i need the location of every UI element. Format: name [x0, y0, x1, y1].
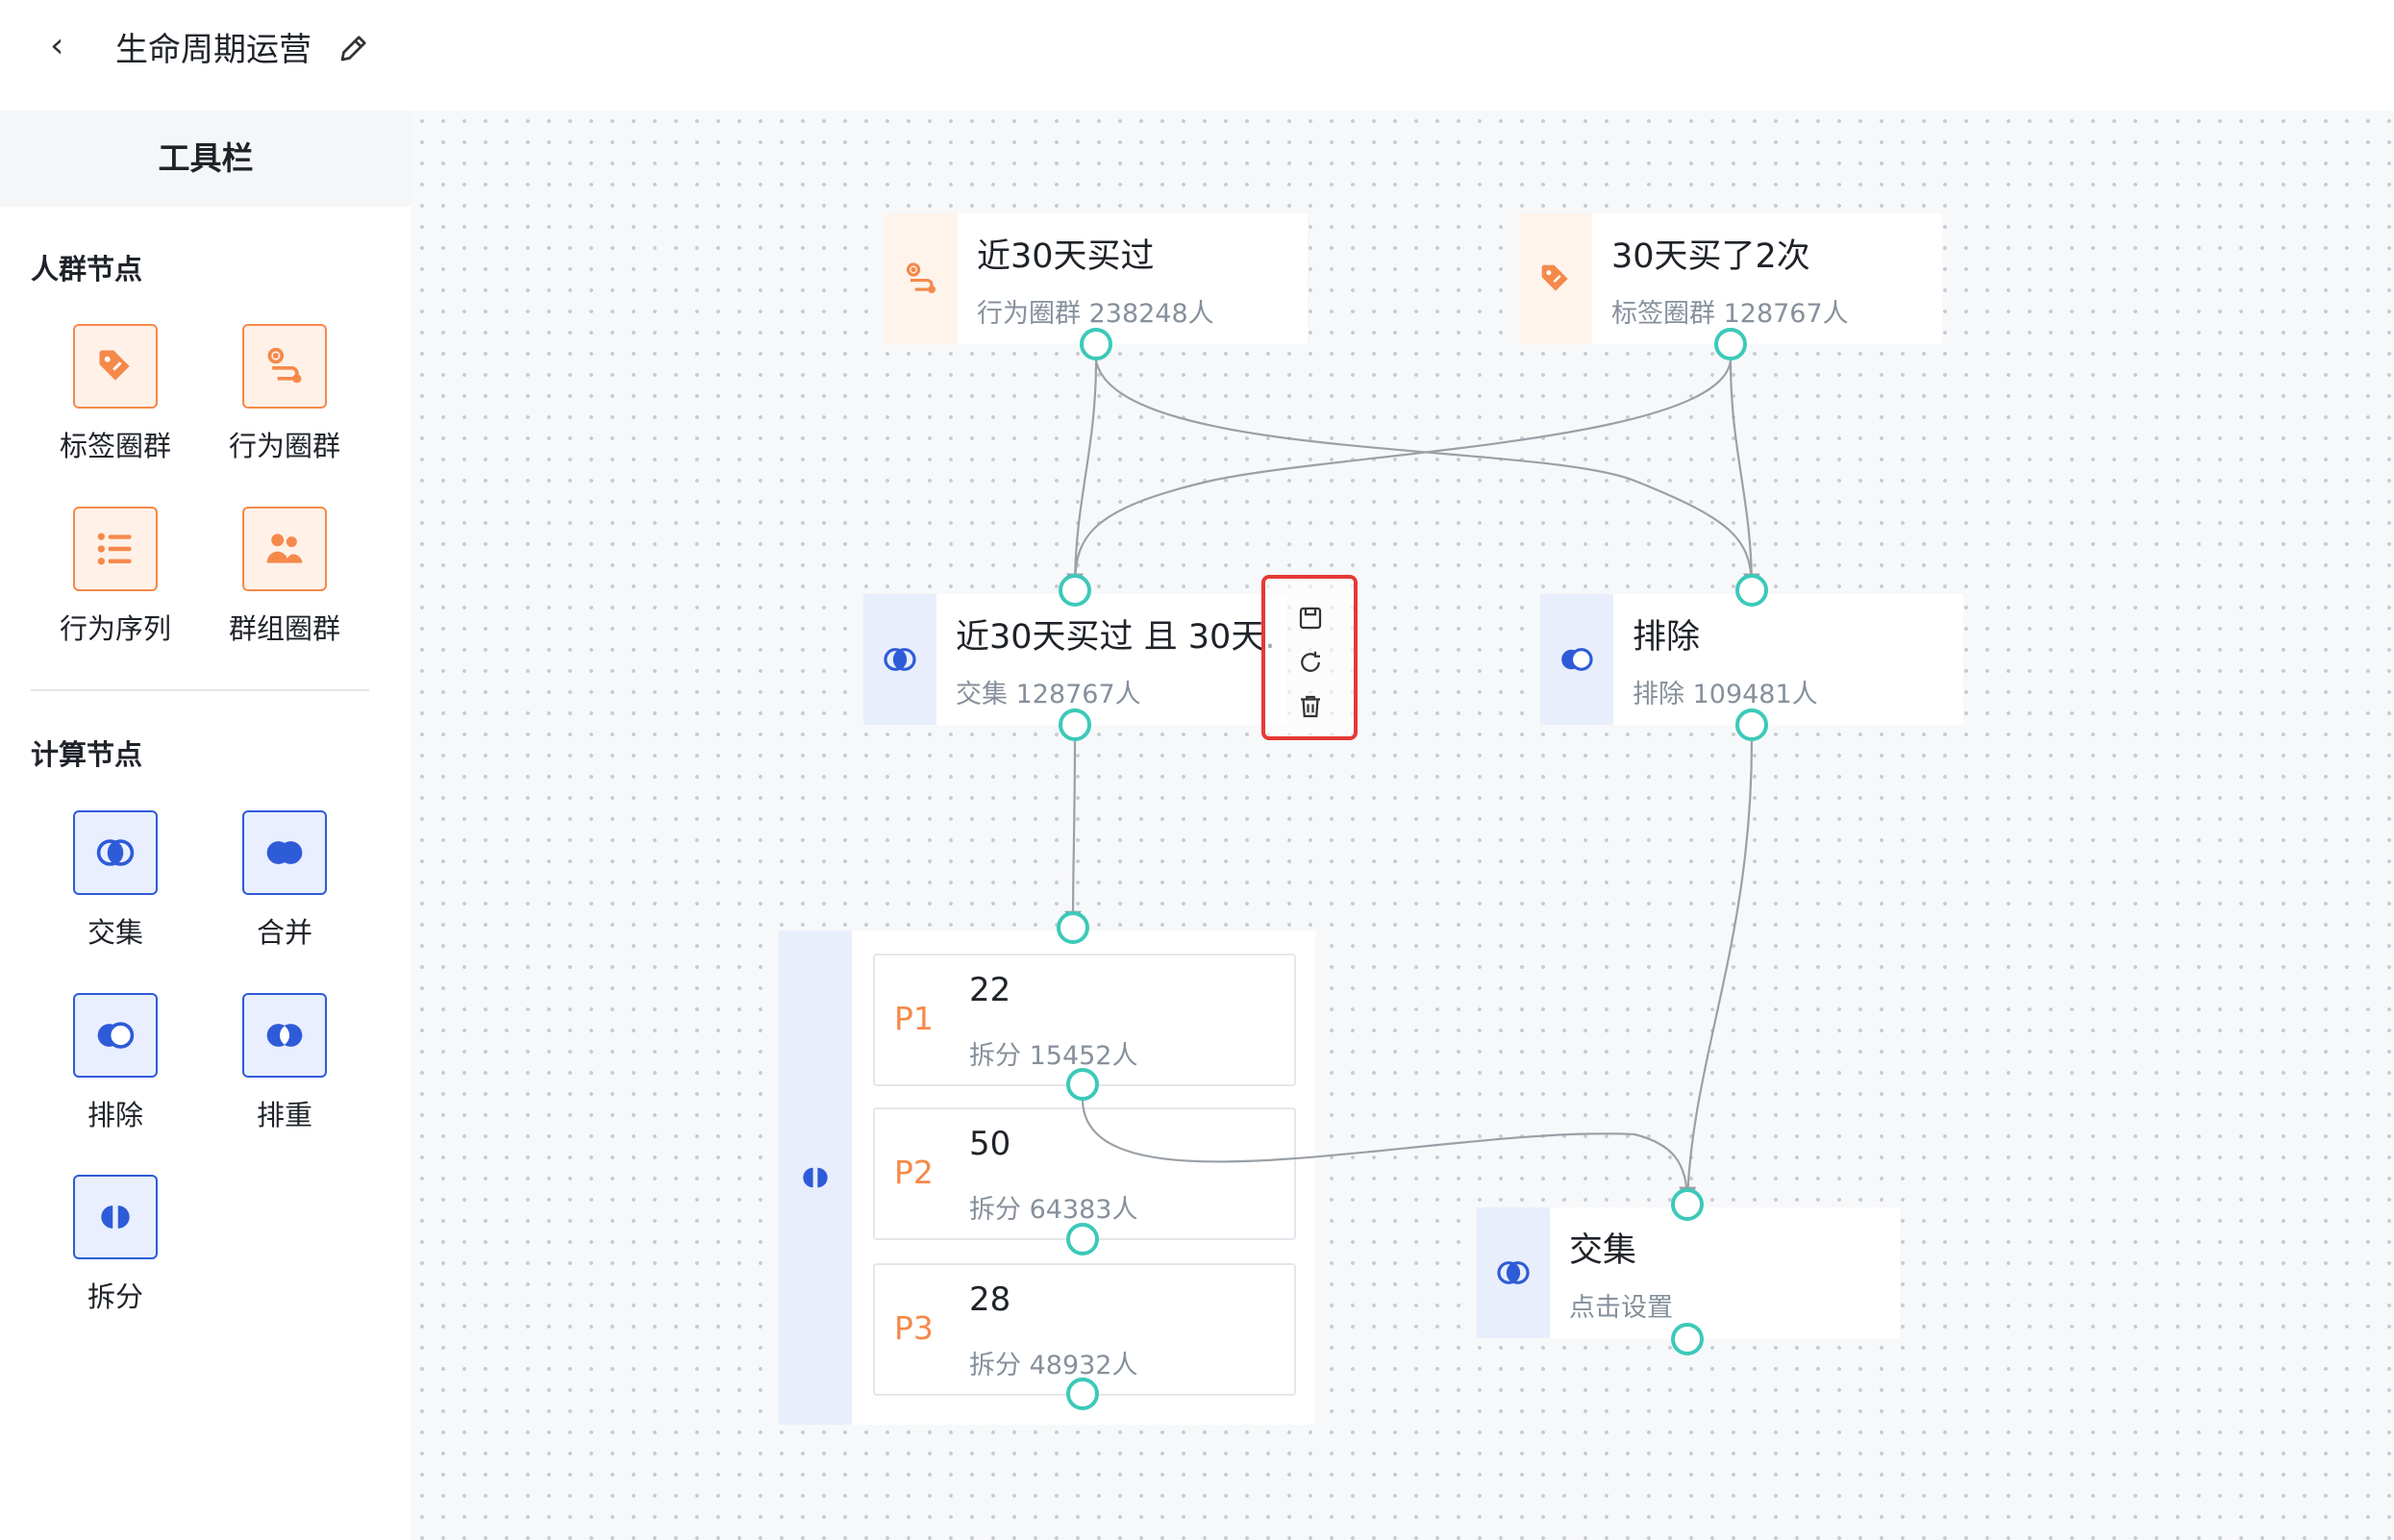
exclude-icon: [1540, 594, 1613, 725]
calc-section-title: 计算节点: [31, 738, 143, 771]
tool-intersect[interactable]: 交集: [53, 810, 178, 951]
node-subtitle: 标签圈群 128767人: [1611, 299, 1849, 329]
node-subtitle: 点击设置: [1569, 1293, 1673, 1323]
intersect-node-unset[interactable]: 交集 点击设置: [1477, 1207, 1900, 1338]
list-icon: [73, 507, 158, 591]
tool-dedupe[interactable]: 排重: [222, 993, 347, 1133]
tag-icon: [1519, 213, 1592, 344]
tag-icon: [73, 324, 158, 409]
split-tag: P2: [894, 1154, 934, 1191]
back-icon[interactable]: ‹: [50, 29, 85, 63]
input-port[interactable]: [1735, 574, 1768, 607]
split-icon: [73, 1175, 158, 1259]
tool-label: 排重: [256, 1099, 312, 1131]
tool-label: 行为序列: [59, 612, 171, 645]
split-item-p3[interactable]: P3 28 拆分 48932人: [873, 1263, 1296, 1396]
input-port[interactable]: [1671, 1188, 1704, 1221]
node-title: 近30天买过 且 30天..: [956, 618, 1273, 657]
delete-icon[interactable]: [1296, 692, 1325, 721]
crowd-node-tag[interactable]: 30天买了2次 标签圈群 128767人: [1519, 213, 1942, 344]
split-subtitle: 拆分 48932人: [969, 1351, 1138, 1380]
intersect-icon: [1477, 1207, 1550, 1338]
save-icon[interactable]: [1296, 604, 1325, 633]
tool-tag-crowd[interactable]: 标签圈群: [53, 324, 178, 464]
flow-canvas[interactable]: [411, 111, 2394, 1540]
node-action-toolbar: [1261, 575, 1358, 740]
tool-label: 排除: [87, 1099, 143, 1131]
split-item-p1[interactable]: P1 22 拆分 15452人: [873, 954, 1296, 1086]
user-path-icon: [242, 324, 327, 409]
output-port-p3[interactable]: [1066, 1378, 1099, 1410]
output-port[interactable]: [1080, 328, 1112, 360]
node-title: 30天买了2次: [1611, 237, 1810, 276]
intersect-icon: [73, 810, 158, 895]
group-icon: [242, 507, 327, 591]
crowd-node-behavior[interactable]: 近30天买过 行为圈群 238248人: [885, 213, 1308, 344]
sidebar-title: 工具栏: [0, 111, 411, 207]
node-title: 排除: [1633, 618, 1701, 657]
tool-label: 群组圈群: [228, 612, 340, 645]
output-port-p2[interactable]: [1066, 1223, 1099, 1255]
crowd-section-title: 人群节点: [31, 253, 143, 286]
node-subtitle: 交集 128767人: [956, 680, 1141, 709]
split-icon: [779, 931, 852, 1425]
dedupe-icon: [242, 993, 327, 1078]
input-port[interactable]: [1057, 911, 1089, 944]
split-subtitle: 拆分 64383人: [969, 1195, 1138, 1225]
tool-label: 合并: [256, 916, 312, 949]
tool-group-crowd[interactable]: 群组圈群: [222, 507, 347, 647]
tool-union[interactable]: 合并: [222, 810, 347, 951]
intersect-node[interactable]: 近30天买过 且 30天.. 交集 128767人: [863, 594, 1286, 725]
tool-behavior-crowd[interactable]: 行为圈群: [222, 324, 347, 464]
tool-exclude[interactable]: 排除: [53, 993, 178, 1133]
user-path-icon: [885, 213, 958, 344]
node-title: 近30天买过: [977, 237, 1155, 276]
tool-label: 标签圈群: [59, 430, 171, 462]
split-node[interactable]: P1 22 拆分 15452人 P2 50 拆分 64383人 P3 28 拆分…: [779, 931, 1315, 1425]
output-port[interactable]: [1671, 1323, 1704, 1355]
split-item-p2[interactable]: P2 50 拆分 64383人: [873, 1107, 1296, 1240]
tool-split[interactable]: 拆分: [53, 1175, 178, 1315]
split-tag: P3: [894, 1309, 934, 1347]
split-tag: P1: [894, 1000, 934, 1037]
toolbar-sidebar: 工具栏 人群节点 标签圈群 行为圈群 行为序列 群组圈群 计算节点 交集 合并 …: [0, 111, 411, 1540]
exclude-icon: [73, 993, 158, 1078]
node-subtitle: 排除 109481人: [1633, 680, 1818, 709]
tool-label: 行为圈群: [228, 430, 340, 462]
output-port[interactable]: [1714, 328, 1747, 360]
input-port[interactable]: [1059, 574, 1091, 607]
refresh-icon[interactable]: [1296, 648, 1325, 677]
node-title: 交集: [1569, 1231, 1637, 1270]
tool-label: 交集: [87, 916, 143, 949]
split-value: 50: [969, 1125, 1011, 1163]
tool-label: 拆分: [87, 1280, 143, 1313]
split-value: 28: [969, 1280, 1011, 1319]
split-value: 22: [969, 971, 1011, 1009]
sidebar-divider: [31, 689, 369, 691]
output-port[interactable]: [1735, 708, 1768, 741]
split-subtitle: 拆分 15452人: [969, 1041, 1138, 1071]
node-subtitle: 行为圈群 238248人: [977, 299, 1214, 329]
output-port[interactable]: [1059, 708, 1091, 741]
page-title: 生命周期运营: [115, 31, 312, 69]
exclude-node[interactable]: 排除 排除 109481人: [1540, 594, 1963, 725]
union-icon: [242, 810, 327, 895]
output-port-p1[interactable]: [1066, 1068, 1099, 1101]
tool-behavior-sequence[interactable]: 行为序列: [53, 507, 178, 647]
edit-pencil-icon[interactable]: [337, 31, 371, 65]
intersect-icon: [863, 594, 936, 725]
top-header: ‹ 生命周期运营: [0, 0, 2394, 111]
